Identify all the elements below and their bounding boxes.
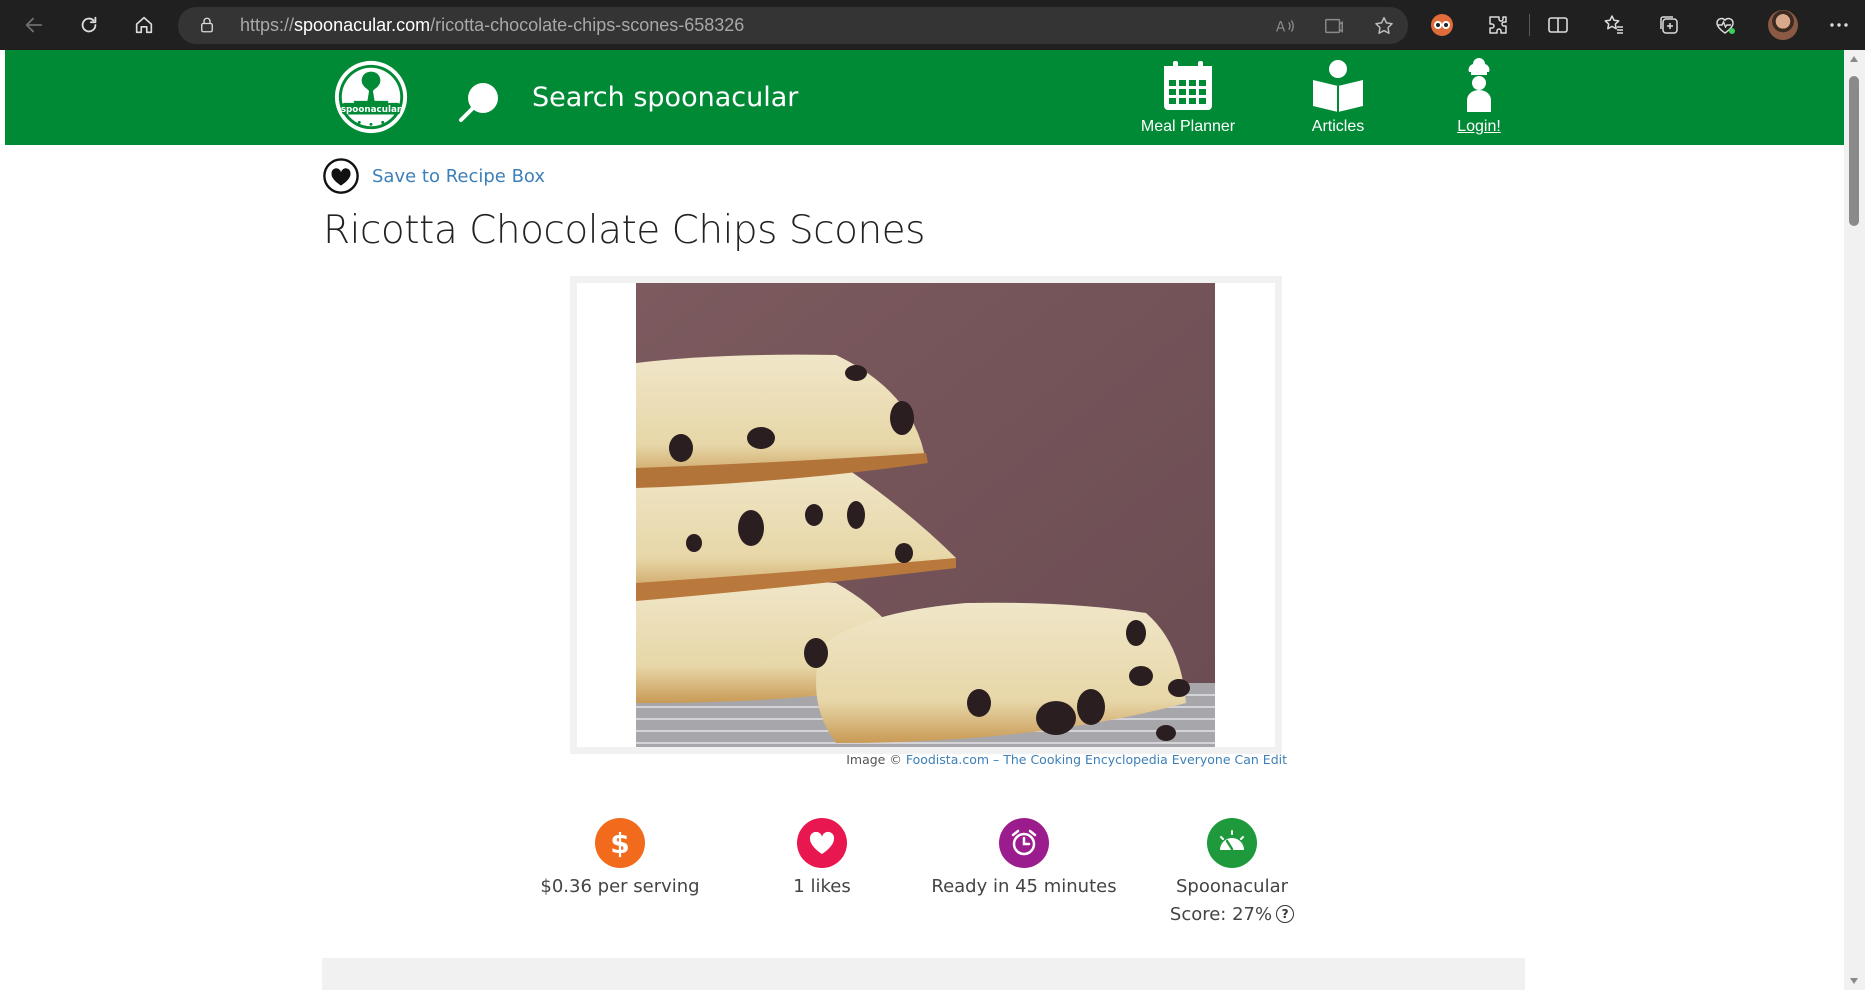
profile-avatar[interactable]	[1768, 10, 1798, 40]
favorites-button[interactable]	[1601, 12, 1627, 38]
url-text[interactable]: https://spoonacular.com/ricotta-chocolat…	[240, 15, 744, 36]
svg-text:A: A	[1276, 20, 1286, 36]
page-title: Ricotta Chocolate Chips Scones	[323, 208, 926, 253]
heart-circle-icon	[323, 158, 359, 194]
read-aloud-icon[interactable]: A	[1274, 15, 1296, 37]
spoonacular-logo[interactable]: spoonacular	[332, 58, 410, 136]
puzzle-icon	[1489, 16, 1507, 34]
recipe-image-frame	[570, 276, 1282, 754]
nav-label-login: Login!	[1457, 118, 1501, 135]
nav-login[interactable]: Login!	[1429, 58, 1529, 138]
url-host: spoonacular.com	[294, 15, 431, 35]
refresh-icon	[81, 16, 97, 33]
site-header: spoonacular Search spoonacular Meal Plan…	[5, 50, 1844, 145]
stat-spoonacular-score: Spoonacular Score: 27%?	[1122, 818, 1342, 929]
nav-label-meal-planner: Meal Planner	[1140, 118, 1236, 135]
browser-essentials-button[interactable]	[1712, 12, 1738, 38]
stat-ready-label: Ready in 45 minutes	[931, 876, 1117, 897]
stat-likes: 1 likes	[712, 818, 932, 901]
favorites-list-icon	[1604, 15, 1623, 34]
score-label-line2: Score: 27%?	[1169, 901, 1295, 929]
stat-price: $ $0.36 per serving	[510, 818, 730, 901]
page-scrollbar[interactable]	[1844, 50, 1865, 990]
url-scheme: https://	[240, 15, 295, 35]
split-screen-icon	[1548, 17, 1568, 33]
recipe-details-panel	[322, 958, 1525, 990]
scroll-down-arrow[interactable]	[1850, 978, 1858, 984]
credit-link[interactable]: Foodista.com – The Cooking Encyclopedia …	[906, 752, 1287, 767]
stat-likes-label: 1 likes	[793, 876, 851, 897]
svg-text:$: $	[610, 828, 629, 858]
back-button[interactable]	[17, 8, 51, 42]
stat-ready-time: Ready in 45 minutes	[914, 818, 1134, 901]
more-dots-icon	[1830, 23, 1848, 27]
nav-articles[interactable]: Articles	[1288, 58, 1388, 138]
extension-button[interactable]	[1429, 12, 1455, 38]
image-credit: Image © Foodista.com – The Cooking Encyc…	[846, 752, 1287, 767]
book-reader-icon	[1313, 60, 1363, 112]
home-icon	[135, 16, 153, 34]
browser-toolbar: https://spoonacular.com/ricotta-chocolat…	[0, 0, 1865, 50]
split-screen-button[interactable]	[1545, 12, 1571, 38]
chef-icon	[1467, 58, 1491, 112]
heart-pulse-icon	[1716, 17, 1735, 34]
arrow-left-icon	[25, 17, 43, 33]
credit-prefix: Image ©	[846, 752, 906, 767]
extension-eyes-icon	[1431, 14, 1453, 36]
immersive-reader-icon[interactable]	[1323, 15, 1345, 37]
url-path: /ricotta-chocolate-chips-scones-658326	[430, 15, 745, 35]
alarm-clock-icon	[999, 818, 1049, 868]
score-value: Score: 27%	[1169, 904, 1273, 925]
save-label: Save to Recipe Box	[372, 165, 546, 187]
collections-icon	[1660, 16, 1678, 34]
refresh-button[interactable]	[72, 8, 106, 42]
collections-button[interactable]	[1656, 12, 1682, 38]
favorite-star-icon[interactable]	[1373, 15, 1395, 37]
lock-icon[interactable]	[198, 16, 216, 34]
stat-score-label: Spoonacular Score: 27%?	[1169, 873, 1295, 929]
stat-price-label: $0.36 per serving	[540, 876, 700, 897]
search-input[interactable]: Search spoonacular	[532, 82, 798, 113]
gauge-icon	[1207, 818, 1257, 868]
address-bar[interactable]: https://spoonacular.com/ricotta-chocolat…	[178, 7, 1408, 44]
nav-label-articles: Articles	[1311, 118, 1365, 135]
scrollbar-thumb[interactable]	[1849, 76, 1859, 226]
dollar-icon: $	[595, 818, 645, 868]
extensions-button[interactable]	[1485, 12, 1511, 38]
heart-icon	[797, 818, 847, 868]
logo-text: spoonacular	[341, 105, 402, 115]
save-to-recipe-box[interactable]: Save to Recipe Box	[322, 156, 545, 196]
score-help-icon[interactable]: ?	[1276, 905, 1295, 923]
settings-more-button[interactable]	[1826, 12, 1852, 38]
calendar-icon	[1164, 61, 1212, 110]
home-button[interactable]	[127, 8, 161, 42]
nav-meal-planner[interactable]: Meal Planner	[1138, 58, 1238, 138]
score-label-line1: Spoonacular	[1175, 876, 1289, 897]
scroll-up-arrow[interactable]	[1850, 56, 1858, 62]
toolbar-divider	[1529, 14, 1530, 36]
search-icon[interactable]	[455, 78, 503, 126]
page-viewport: spoonacular Search spoonacular Meal Plan…	[5, 50, 1844, 990]
recipe-image	[636, 283, 1215, 747]
